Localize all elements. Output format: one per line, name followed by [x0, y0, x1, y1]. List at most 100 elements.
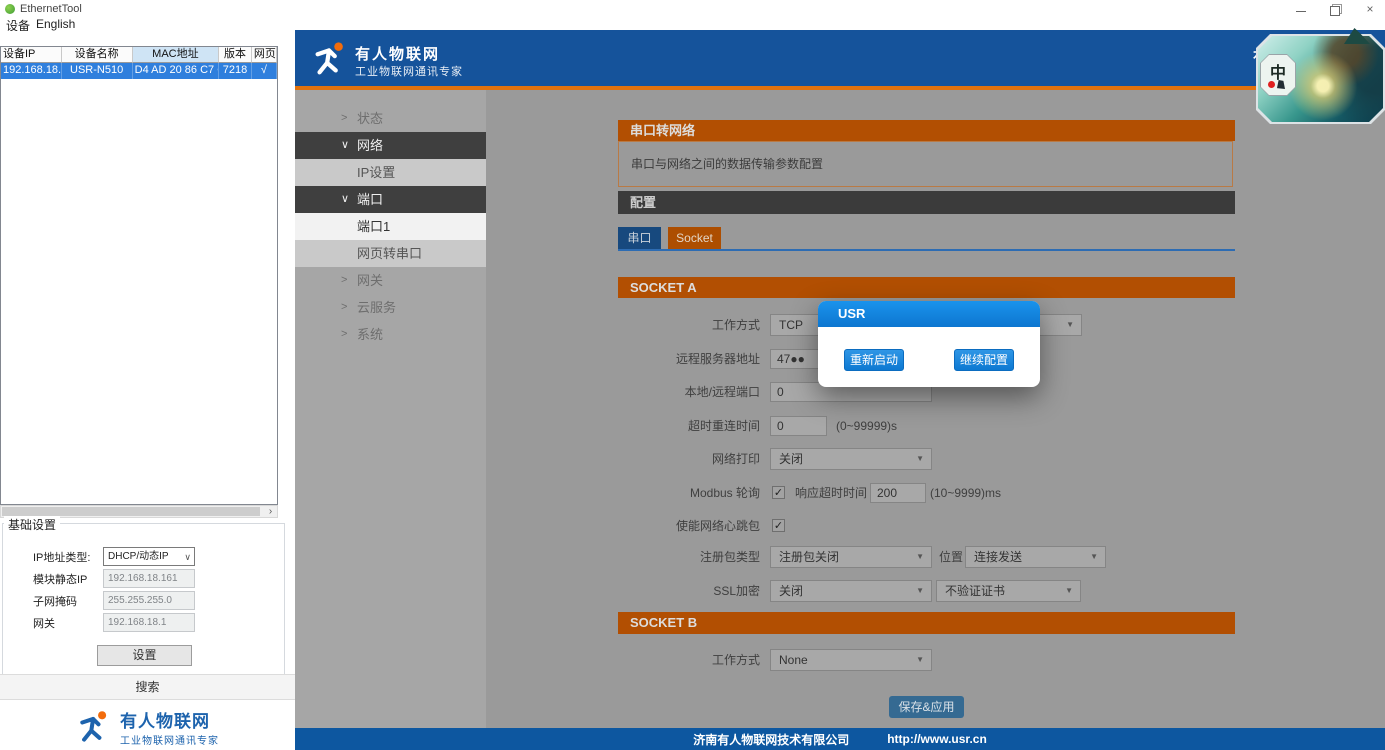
resp-timeout-suffix: (10~9999)ms — [930, 482, 1001, 504]
regpkt-select[interactable]: 注册包关闭 ▼ — [770, 546, 932, 568]
work-mode-value: TCP — [779, 318, 803, 332]
work-mode-label: 工作方式 — [618, 314, 760, 336]
reconnect-timeout-suffix: (0~99999)s — [836, 415, 897, 437]
usr-dialog-title: USR — [818, 301, 1040, 327]
ime-bubble[interactable]: 中 — [1260, 54, 1296, 96]
save-apply-button[interactable]: 保存&应用 — [889, 696, 964, 718]
maximize-button[interactable] — [1326, 3, 1342, 17]
sidebar-item-system[interactable]: > 系统 — [295, 321, 486, 348]
chevron-down-icon: ∨ — [184, 549, 191, 566]
socket-b-work-mode-label: 工作方式 — [618, 649, 760, 671]
net-print-label: 网络打印 — [618, 448, 760, 470]
col-device-ip[interactable]: 设备IP — [1, 47, 62, 63]
sidebar-item-web-to-serial[interactable]: 网页转串口 — [295, 240, 486, 267]
static-ip-field[interactable]: 192.168.18.161 — [103, 569, 195, 588]
character-badge-overlay[interactable]: 中 — [1256, 34, 1385, 124]
menu-english[interactable]: English — [32, 17, 79, 31]
red-dot-icon — [1268, 81, 1275, 88]
gateway-field[interactable]: 192.168.18.1 — [103, 613, 195, 632]
sidebar-item-label: 端口1 — [357, 219, 390, 234]
reconnect-timeout-row: 超时重连时间 0 (0~99999)s — [618, 415, 1235, 437]
sidebar-item-ip-settings[interactable]: IP设置 — [295, 159, 486, 186]
mask-field[interactable]: 255.255.255.0 — [103, 591, 195, 610]
regpkt-pos-label: 位置 — [939, 546, 963, 568]
dropdown-arrow-icon: ▼ — [916, 581, 924, 601]
mask-label: 子网掩码 — [33, 593, 77, 609]
socket-b-work-mode-select[interactable]: None ▼ — [770, 649, 932, 671]
footer-url[interactable]: http://www.usr.cn — [887, 732, 987, 746]
ssl-row: SSL加密 关闭 ▼ 不验证证书 ▼ — [618, 580, 1235, 602]
tab-serial[interactable]: 串口 — [618, 227, 661, 249]
col-web[interactable]: 网页 — [252, 47, 277, 63]
ip-type-value: DHCP/动态IP — [108, 551, 169, 562]
scrollbar-thumb[interactable] — [2, 507, 260, 516]
web-brand-text: 有人物联网 — [355, 43, 440, 64]
scrollbar-right-arrow[interactable]: › — [264, 506, 277, 517]
cell-name: USR-N510 — [62, 63, 133, 79]
net-print-row: 网络打印 关闭 ▼ — [618, 448, 1235, 470]
regpkt-value: 注册包关闭 — [779, 550, 839, 564]
cell-ip: 192.168.18.161 — [1, 63, 62, 79]
col-device-name[interactable]: 设备名称 — [62, 47, 133, 63]
reconnect-timeout-label: 超时重连时间 — [618, 415, 760, 437]
sidebar-item-status[interactable]: > 状态 — [295, 105, 486, 132]
runner-icon-white — [310, 40, 350, 78]
heartbeat-label: 使能网络心跳包 — [618, 515, 760, 537]
usr-dialog: USR 重新启动 继续配置 — [818, 301, 1040, 387]
tab-socket[interactable]: Socket — [668, 227, 721, 249]
sidebar-item-ports[interactable]: ∨ 端口 — [295, 186, 486, 213]
restart-button[interactable]: 重新启动 — [844, 349, 904, 371]
sidebar-item-label: 云服务 — [357, 300, 396, 315]
reconnect-timeout-input[interactable]: 0 — [770, 416, 827, 436]
config-section-title: 配置 — [618, 191, 1235, 214]
heartbeat-row: 使能网络心跳包 ✓ — [618, 515, 1235, 537]
col-version[interactable]: 版本 — [219, 47, 252, 63]
sidebar-item-gateway[interactable]: > 网关 — [295, 267, 486, 294]
sidebar-item-network[interactable]: ∨ 网络 — [295, 132, 486, 159]
modbus-poll-checkbox[interactable]: ✓ — [772, 486, 785, 499]
runner-icon — [76, 709, 112, 745]
modbus-poll-label: Modbus 轮询 — [618, 482, 760, 504]
page-title: 串口转网络 — [618, 120, 1235, 141]
dropdown-arrow-icon: ▼ — [1090, 547, 1098, 567]
socket-b-title: SOCKET B — [618, 612, 1235, 634]
sidebar-item-cloud[interactable]: > 云服务 — [295, 294, 486, 321]
chevron-right-icon: > — [341, 267, 347, 294]
table-row[interactable]: 192.168.18.161 USR-N510 D4 AD 20 86 C7 C… — [1, 63, 277, 79]
heartbeat-checkbox[interactable]: ✓ — [772, 519, 785, 532]
logo-slogan-text: 工业物联网通讯专家 — [120, 732, 219, 747]
device-tool-panel: 设备IP 设备名称 MAC地址 版本 网页 192.168.18.161 USR… — [0, 31, 295, 750]
sidebar-item-port1[interactable]: 端口1 — [295, 213, 486, 240]
chevron-right-icon: > — [341, 105, 347, 132]
remote-addr-label: 远程服务器地址 — [618, 348, 760, 370]
dropdown-arrow-icon: ▼ — [916, 547, 924, 567]
col-mac[interactable]: MAC地址 — [133, 47, 219, 63]
page-description-box: 串口与网络之间的数据传输参数配置 — [618, 141, 1233, 187]
usr-logo: 有人物联网 工业物联网通讯专家 — [0, 707, 295, 747]
ssl-select[interactable]: 关闭 ▼ — [770, 580, 932, 602]
minimize-button[interactable] — [1293, 3, 1309, 17]
device-web-page: 有人物联网 工业物联网通讯专家 有人物联网 > 状态 ∨ 网络 IP设置 ∨ 端… — [295, 30, 1385, 750]
sidebar-item-label: 系统 — [357, 327, 383, 342]
net-print-select[interactable]: 关闭 ▼ — [770, 448, 932, 470]
continue-config-button[interactable]: 继续配置 — [954, 349, 1014, 371]
close-button[interactable]: × — [1362, 3, 1378, 17]
chevron-right-icon: > — [341, 321, 347, 348]
set-button[interactable]: 设置 — [97, 645, 192, 666]
ime-mode-char: 中 — [1261, 59, 1295, 83]
ssl-cert-select[interactable]: 不验证证书 ▼ — [936, 580, 1081, 602]
sidebar-item-label: 端口 — [357, 192, 383, 207]
ssl-label: SSL加密 — [618, 580, 760, 602]
footer-company: 济南有人物联网技术有限公司 — [693, 731, 849, 748]
regpkt-pos-select[interactable]: 连接发送 ▼ — [965, 546, 1106, 568]
socket-b-work-mode-row: 工作方式 None ▼ — [618, 649, 1235, 671]
local-remote-port-label: 本地/远程端口 — [618, 381, 760, 403]
net-print-value: 关闭 — [779, 452, 803, 466]
web-sidebar: > 状态 ∨ 网络 IP设置 ∨ 端口 端口1 网页转串口 > 网关 — [295, 90, 486, 728]
resp-timeout-input[interactable]: 200 — [870, 483, 926, 503]
cell-version: 7218 — [219, 63, 252, 79]
device-table: 设备IP 设备名称 MAC地址 版本 网页 192.168.18.161 USR… — [0, 46, 278, 505]
modbus-poll-row: Modbus 轮询 ✓ 响应超时时间 200 (10~9999)ms — [618, 482, 1235, 504]
ip-type-select[interactable]: DHCP/动态IP ∨ — [103, 547, 195, 566]
search-button[interactable]: 搜索 — [0, 674, 295, 700]
